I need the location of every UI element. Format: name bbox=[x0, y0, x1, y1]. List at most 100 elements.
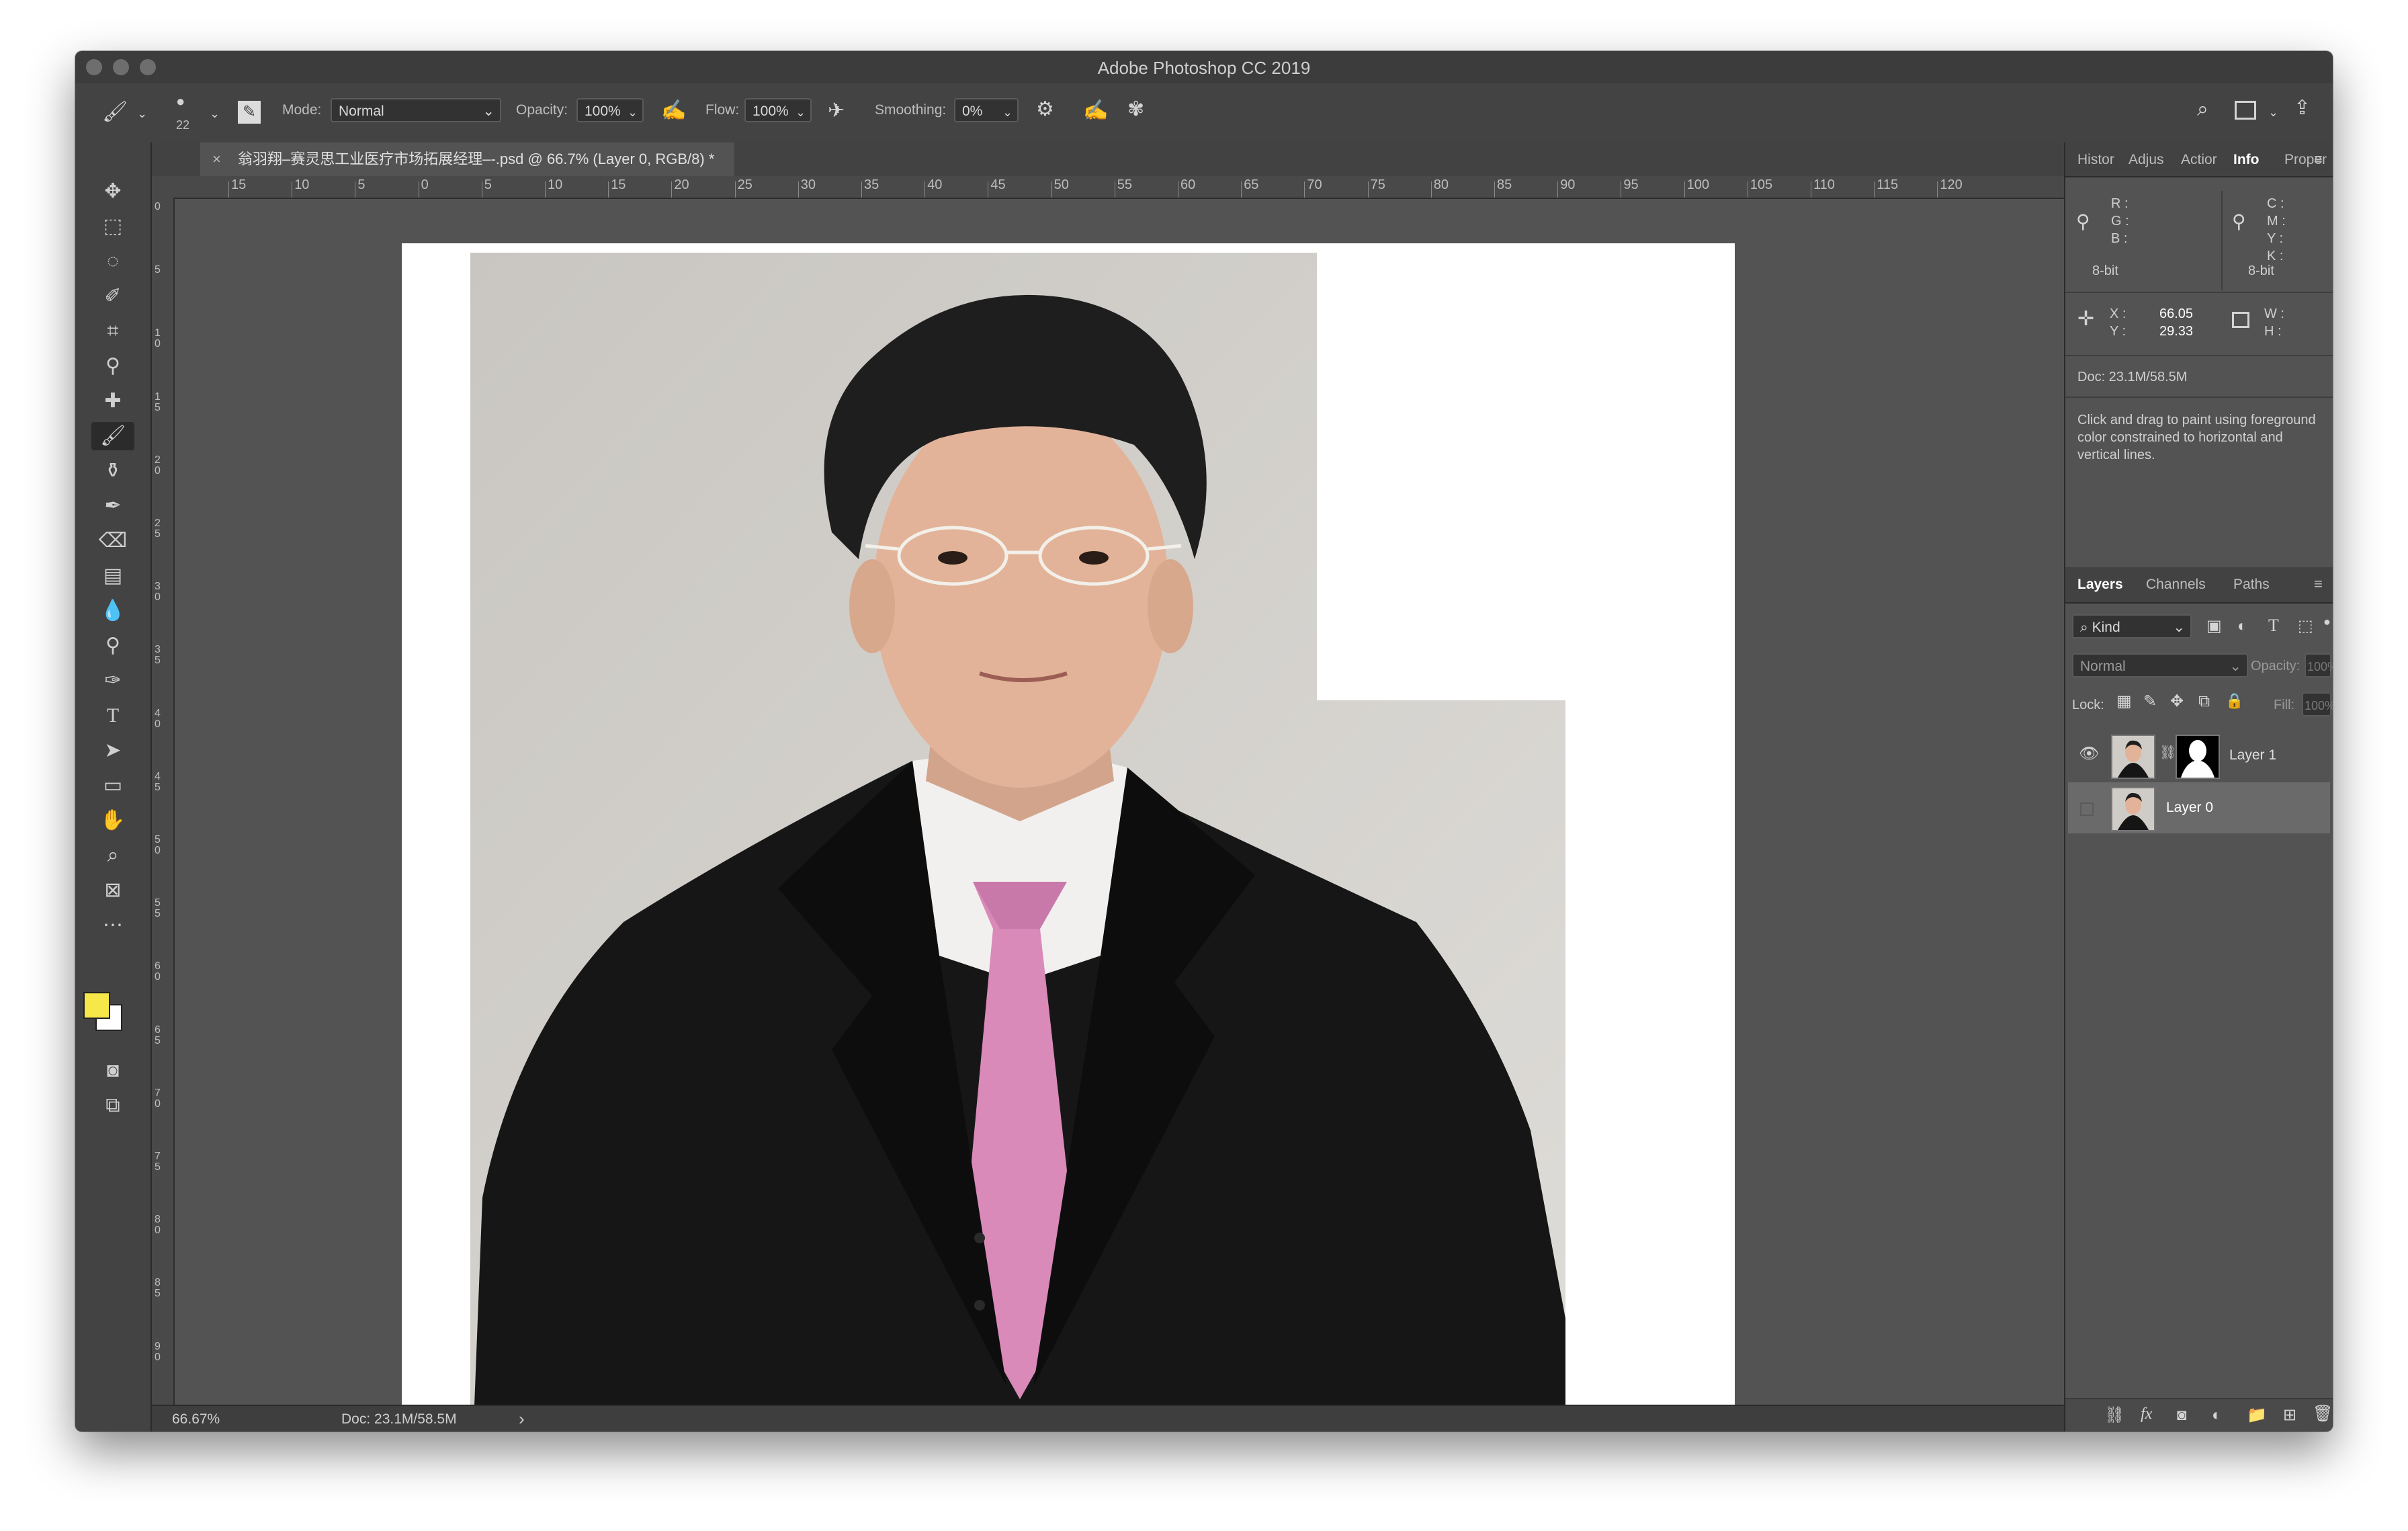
brush-settings-icon[interactable]: ✎ bbox=[238, 101, 261, 124]
info-bit-right: 8-bit bbox=[2248, 263, 2274, 278]
blur-tool-icon[interactable]: 💧 bbox=[91, 597, 134, 625]
lock-position-icon[interactable]: ✥ bbox=[2170, 694, 2184, 710]
layer-1-mask-thumbnail[interactable] bbox=[2176, 735, 2220, 779]
chevron-down-icon[interactable]: ⌄ bbox=[628, 106, 638, 118]
clone-stamp-tool-icon[interactable]: ⚱ bbox=[91, 457, 134, 485]
history-brush-tool-icon[interactable]: ✒ bbox=[91, 492, 134, 520]
mode-select[interactable]: Normal ⌄ bbox=[331, 98, 501, 122]
spot-healing-tool-icon[interactable]: ✚ bbox=[91, 387, 134, 415]
opacity-label: Opacity: bbox=[516, 102, 568, 118]
airbrush-icon[interactable]: ✈ bbox=[828, 101, 845, 121]
chevron-down-icon[interactable]: ⌄ bbox=[1002, 106, 1013, 118]
mode-label: Mode: bbox=[282, 102, 322, 118]
more-tools-icon[interactable]: ⋯ bbox=[91, 911, 134, 940]
share-icon[interactable]: ⇪ bbox=[2294, 98, 2311, 118]
chevron-down-icon[interactable]: ⌄ bbox=[210, 108, 220, 120]
lock-artboard-icon[interactable]: ⧉ bbox=[2198, 694, 2210, 710]
panel-menu-icon[interactable]: ≡ bbox=[2314, 151, 2323, 168]
pressure-opacity-icon[interactable]: ✍ bbox=[661, 101, 686, 121]
document-tab[interactable]: 翁羽翔–赛灵思工业医疗市场拓展经理–-.psd @ 66.7% (Layer 0… bbox=[200, 142, 735, 176]
new-layer-icon[interactable]: ⊞ bbox=[2283, 1407, 2296, 1423]
tab-info[interactable]: Info bbox=[2233, 152, 2259, 168]
layers-panel-menu-icon[interactable]: ≡ bbox=[2314, 575, 2323, 593]
brush-tip-icon[interactable]: ● bbox=[176, 94, 185, 109]
frame-tool-icon[interactable]: ⊠ bbox=[91, 876, 134, 905]
path-selection-tool-icon[interactable]: ➤ bbox=[91, 737, 134, 765]
ruler-v-tick: 65 bbox=[155, 1024, 161, 1046]
type-tool-icon[interactable]: T bbox=[91, 702, 134, 730]
portrait-photo bbox=[470, 253, 1565, 1405]
symmetry-butterfly-icon[interactable]: ✾ bbox=[1127, 99, 1144, 120]
layer-0-name[interactable]: Layer 0 bbox=[2166, 800, 2213, 816]
trash-icon[interactable]: 🗑 bbox=[2313, 1406, 2333, 1422]
new-group-icon[interactable]: 📁 bbox=[2247, 1407, 2267, 1423]
close-tab-icon[interactable]: × bbox=[212, 151, 221, 168]
blend-mode-select[interactable]: Normal ⌄ bbox=[2072, 653, 2248, 677]
document-canvas[interactable] bbox=[402, 243, 1735, 1405]
filter-pixel-icon[interactable]: ▣ bbox=[2206, 618, 2222, 634]
workspace-icon[interactable] bbox=[2235, 101, 2256, 120]
status-menu-arrow[interactable]: › bbox=[519, 1409, 525, 1430]
layer-1-name[interactable]: Layer 1 bbox=[2229, 747, 2276, 763]
tab-layers[interactable]: Layers bbox=[2077, 577, 2123, 593]
chevron-down-icon[interactable]: ⌄ bbox=[796, 106, 806, 118]
ruler-corner bbox=[152, 176, 173, 198]
pressure-size-icon[interactable]: ✍ bbox=[1083, 101, 1108, 121]
link-layers-icon[interactable]: ⛓ bbox=[2104, 1407, 2124, 1423]
screen-mode-icon[interactable]: ⧉ bbox=[91, 1091, 134, 1120]
tab-history[interactable]: Histor bbox=[2077, 152, 2114, 168]
adjustment-layer-icon[interactable]: ◐ bbox=[2212, 1407, 2222, 1423]
marquee-tool-icon[interactable]: ⬚ bbox=[91, 212, 134, 241]
vertical-ruler[interactable]: 0 5 10 15 20 25 30 35 40 45 50 55 60 65 70 75 80 85 90 bbox=[152, 198, 175, 1405]
zoom-tool-icon[interactable]: ⌕ bbox=[91, 841, 134, 870]
brush-tool-icon[interactable]: 🖌 bbox=[91, 422, 134, 450]
eyedropper-tool-icon[interactable]: ⚲ bbox=[91, 352, 134, 380]
brush-tool-preset-icon[interactable]: 🖌 bbox=[102, 102, 128, 122]
chevron-down-icon[interactable]: ⌄ bbox=[137, 108, 147, 120]
gradient-tool-icon[interactable]: ▤ bbox=[91, 562, 134, 590]
zoom-level[interactable]: 66.67% bbox=[172, 1411, 220, 1427]
filter-toggle-icon[interactable]: ● bbox=[2323, 616, 2331, 628]
ruler-h-tick: 75 bbox=[1370, 177, 1385, 192]
mask-link-icon[interactable]: ⛓ bbox=[2159, 746, 2176, 759]
fill-input[interactable]: 100% bbox=[2302, 692, 2333, 716]
filter-adjustment-icon[interactable]: ◐ bbox=[2237, 618, 2247, 634]
filter-type-icon[interactable]: T bbox=[2268, 617, 2279, 634]
quick-mask-icon[interactable]: ◙ bbox=[91, 1057, 134, 1085]
layer-kind-filter[interactable]: ⌕ Kind ⌄ bbox=[2072, 614, 2192, 638]
ruler-h-tick-line bbox=[1874, 181, 1875, 198]
layer-opacity-input[interactable]: 100% bbox=[2305, 653, 2333, 677]
horizontal-ruler[interactable]: 15 10 5 0 5 10 15 20 25 30 35 40 45 50 55 60 65 70 75 80 85 9… bbox=[173, 176, 2064, 199]
filter-shape-icon[interactable]: ⬚ bbox=[2298, 618, 2313, 634]
gear-icon[interactable]: ⚙ bbox=[1036, 99, 1054, 120]
lasso-tool-icon[interactable]: ◌ bbox=[91, 247, 134, 276]
rgb-eyedropper-icon[interactable]: ⚲ bbox=[2076, 212, 2090, 231]
quick-selection-tool-icon[interactable]: ✐ bbox=[91, 282, 134, 311]
layer-row-layer-1[interactable]: 👁 ⛓ Layer 1 bbox=[2068, 730, 2330, 781]
foreground-color-swatch-top[interactable] bbox=[83, 992, 110, 1019]
lock-pixels-icon[interactable]: ✎ bbox=[2143, 694, 2157, 710]
visibility-toggle-empty[interactable] bbox=[2080, 802, 2094, 816]
cmyk-eyedropper-icon[interactable]: ⚲ bbox=[2232, 212, 2246, 231]
eye-icon[interactable]: 👁 bbox=[2079, 746, 2099, 762]
pen-tool-icon[interactable]: ✑ bbox=[91, 667, 134, 695]
add-mask-icon[interactable]: ◙ bbox=[2177, 1407, 2187, 1423]
tab-adjustments[interactable]: Adjus bbox=[2128, 152, 2164, 168]
dodge-tool-icon[interactable]: ⚲ bbox=[91, 632, 134, 660]
hand-tool-icon[interactable]: ✋ bbox=[91, 806, 134, 835]
lock-transparent-icon[interactable]: ▦ bbox=[2116, 694, 2132, 710]
move-tool-icon[interactable]: ✥ bbox=[91, 177, 134, 206]
tab-paths[interactable]: Paths bbox=[2233, 577, 2270, 593]
tab-actions[interactable]: Actior bbox=[2181, 152, 2217, 168]
rectangle-tool-icon[interactable]: ▭ bbox=[91, 772, 134, 800]
layer-row-layer-0[interactable]: Layer 0 bbox=[2068, 782, 2330, 833]
fx-icon[interactable]: fx bbox=[2141, 1406, 2152, 1422]
search-icon[interactable]: ⌕ bbox=[2197, 99, 2208, 120]
tab-channels[interactable]: Channels bbox=[2146, 577, 2206, 593]
canvas-area[interactable] bbox=[175, 199, 2064, 1405]
eraser-tool-icon[interactable]: ⌫ bbox=[91, 527, 134, 555]
crop-tool-icon[interactable]: ⌗ bbox=[91, 317, 134, 345]
lock-all-icon[interactable]: 🔒 bbox=[2225, 694, 2243, 708]
info-b-label: B : bbox=[2111, 231, 2128, 246]
chevron-down-icon[interactable]: ⌄ bbox=[2268, 106, 2278, 118]
